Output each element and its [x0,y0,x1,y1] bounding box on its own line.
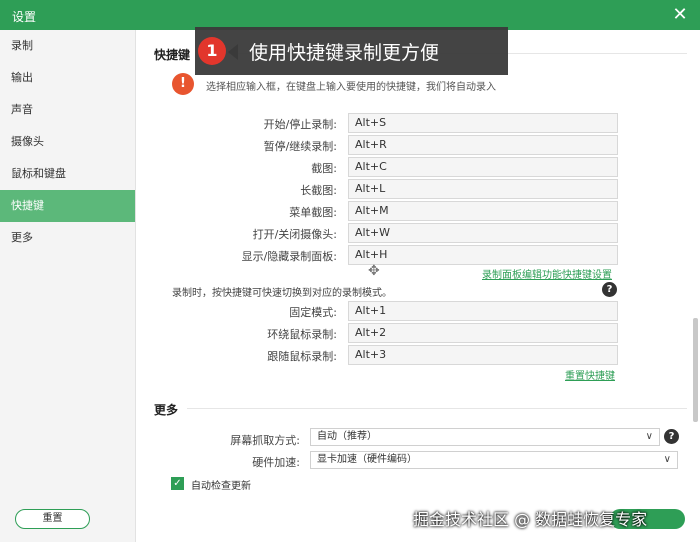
panel-hotkey-settings-link[interactable]: 录制面板编辑功能快捷键设置 [482,266,612,281]
hotkey-input-menu-screenshot[interactable]: Alt+M [348,201,618,221]
callout-arrow [228,44,238,60]
hotkey-input-fixed-mode[interactable]: Alt+1 [348,301,618,321]
hardware-acceleration-label: 硬件加速: [252,456,300,469]
capture-method-select[interactable]: 自动（推荐） ∨ [310,428,660,446]
sidebar-item-mouse-keyboard[interactable]: 鼠标和键盘 [0,158,135,190]
hotkey-label: 环绕鼠标录制: [267,328,337,341]
hotkey-input-toggle-panel[interactable]: Alt+H [348,245,618,265]
move-cursor-icon: ✥ [368,263,380,279]
watermark: 掘金技术社区 @ 数据蛙恢复专家 [413,510,648,529]
hardware-acceleration-select[interactable]: 显卡加速（硬件编码） ∨ [310,451,678,469]
sidebar-item-output[interactable]: 输出 [0,62,135,94]
hotkey-label: 固定模式: [289,306,337,319]
hotkey-label: 菜单截图: [289,206,337,219]
close-icon[interactable]: ✕ [670,5,690,25]
hotkey-input-around-mouse[interactable]: Alt+2 [348,323,618,343]
callout-text: 使用快捷键录制更方便 [249,42,440,64]
reset-hotkeys-link[interactable]: 重置快捷键 [565,367,615,382]
title-bar: 设置 ✕ [0,0,700,30]
settings-panel: 快捷键 ! 选择相应输入框，在键盘上输入要使用的快捷键，我们将自动录入 开始/停… [137,30,700,542]
scrollbar-thumb[interactable] [693,318,698,422]
hotkey-label: 截图: [311,162,337,175]
hotkey-input-screenshot[interactable]: Alt+C [348,157,618,177]
hotkey-label: 跟随鼠标录制: [267,350,337,363]
auto-update-label: 自动检查更新 [191,481,251,492]
window-title: 设置 [12,10,37,24]
hotkey-input-follow-mouse[interactable]: Alt+3 [348,345,618,365]
sidebar-item-audio[interactable]: 声音 [0,94,135,126]
section-divider [187,408,687,409]
help-icon[interactable]: ? [664,429,679,444]
reset-button[interactable]: 重置 [15,509,90,529]
auto-update-checkbox[interactable]: ✓ [171,477,184,490]
hotkey-label: 长截图: [300,184,337,197]
hotkey-label: 打开/关闭摄像头: [252,228,337,241]
callout-number-badge: 1 [198,37,226,65]
hotkey-input-start-stop[interactable]: Alt+S [348,113,618,133]
sidebar-item-record[interactable]: 录制 [0,30,135,62]
hotkey-input-long-screenshot[interactable]: Alt+L [348,179,618,199]
warning-icon: ! [172,73,194,95]
hotkey-label: 暂停/继续录制: [263,140,337,153]
sidebar-item-more[interactable]: 更多 [0,222,135,254]
capture-method-label: 屏幕抓取方式: [230,434,300,447]
sidebar-item-hotkeys[interactable]: 快捷键 [0,190,135,222]
hotkey-input-toggle-camera[interactable]: Alt+W [348,223,618,243]
sidebar-item-camera[interactable]: 摄像头 [0,126,135,158]
hardware-acceleration-value: 显卡加速（硬件编码） [317,454,417,465]
chevron-down-icon: ∨ [645,431,653,442]
hotkey-label: 开始/停止录制: [263,118,337,131]
mode-description: 录制时，按快捷键可快速切换到对应的录制模式。 [172,288,392,299]
more-section-title: 更多 [154,403,179,417]
chevron-down-icon: ∨ [663,454,671,465]
hotkey-input-pause-resume[interactable]: Alt+R [348,135,618,155]
hotkey-hint: 选择相应输入框，在键盘上输入要使用的快捷键，我们将自动录入 [206,82,496,93]
capture-method-value: 自动（推荐） [317,431,377,442]
hotkey-label: 显示/隐藏录制面板: [241,250,337,263]
hotkeys-section-title: 快捷键 [154,48,191,62]
help-icon[interactable]: ? [602,282,617,297]
